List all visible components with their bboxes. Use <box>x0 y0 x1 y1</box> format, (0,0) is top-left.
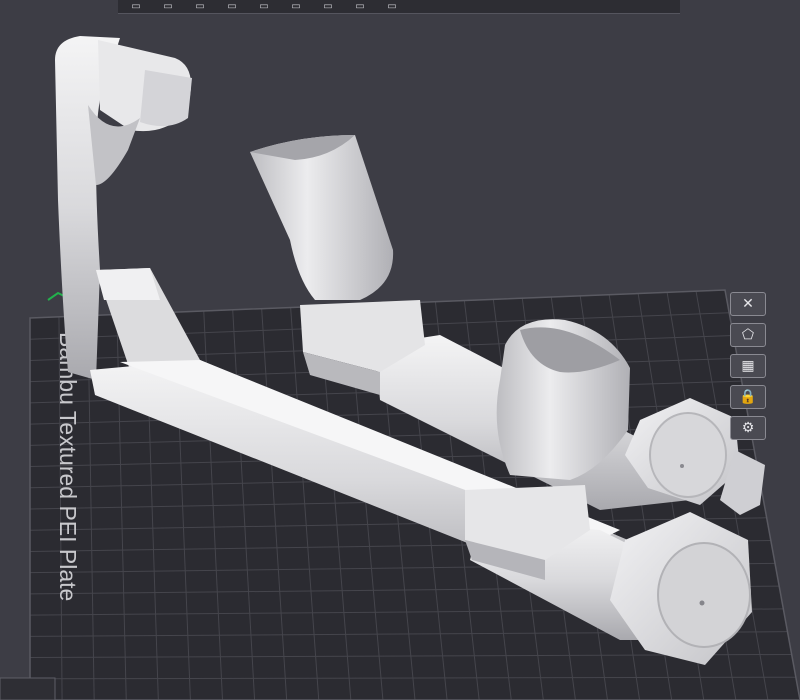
layers-icon[interactable]: ▭ <box>188 1 212 13</box>
settings-icon[interactable]: ⚙ <box>730 416 766 440</box>
lock-icon[interactable]: 🔒 <box>730 385 766 409</box>
support-paint-icon[interactable]: ▭ <box>348 1 372 13</box>
orient-icon[interactable]: ▭ <box>284 1 308 13</box>
3d-viewport[interactable]: Bambu Textured PEI Plate <box>0 0 800 700</box>
arrange-icon[interactable]: ▭ <box>156 1 180 13</box>
lay-on-face-icon[interactable]: ▭ <box>220 1 244 13</box>
arrange-plate-icon[interactable]: ▦ <box>730 354 766 378</box>
cut-icon[interactable]: ▭ <box>316 1 340 13</box>
plate-tools: ✕ ⬠ ▦ 🔒 ⚙ <box>730 292 768 440</box>
plate-corner-marker <box>0 677 56 700</box>
measure-icon[interactable]: ▭ <box>380 1 404 13</box>
auto-orient-icon[interactable]: ⬠ <box>730 323 766 347</box>
add-object-icon[interactable]: ▭ <box>124 1 148 13</box>
top-toolbar: ▭ ▭ ▭ ▭ ▭ ▭ ▭ ▭ ▭ <box>118 0 680 14</box>
move-icon[interactable]: ▭ <box>252 1 276 13</box>
close-icon[interactable]: ✕ <box>730 292 766 316</box>
